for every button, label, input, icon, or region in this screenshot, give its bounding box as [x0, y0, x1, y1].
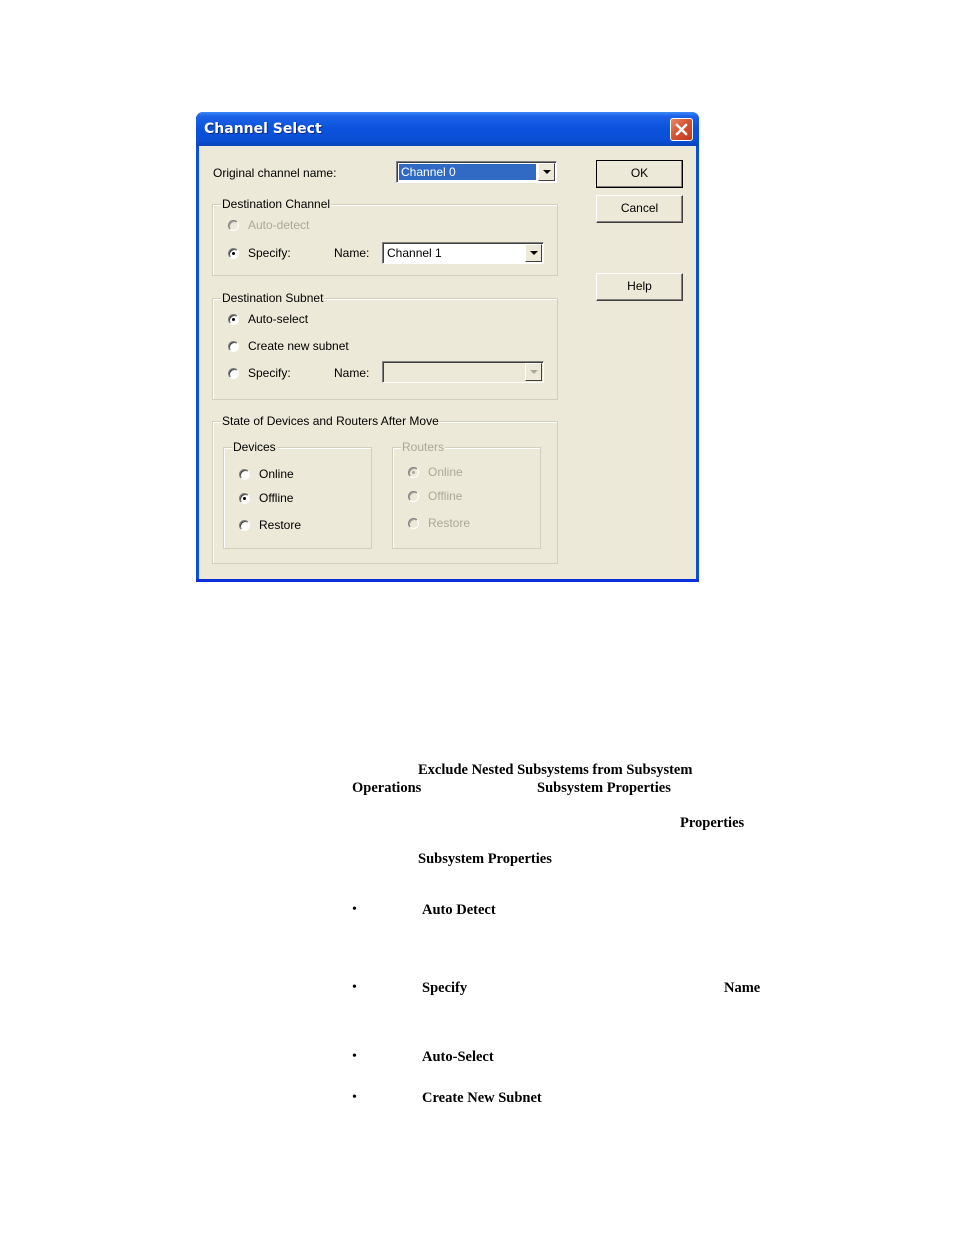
bullet-term-auto-select: Auto-Select [422, 1049, 494, 1065]
state-after-move-group: State of Devices and Routers After Move … [212, 414, 558, 564]
doc-text-subsystem-properties: Subsystem Properties [537, 780, 671, 796]
routers-online-label: Online [428, 465, 463, 479]
original-channel-label: Original channel name: [213, 166, 337, 180]
create-new-subnet-label: Create new subnet [248, 339, 349, 353]
radio-circle-icon [239, 493, 250, 504]
destination-channel-group: Destination Channel Auto-detect Specify:… [212, 197, 558, 276]
radio-circle-icon [408, 518, 419, 529]
devices-title: Devices [232, 440, 277, 454]
state-after-move-title: State of Devices and Routers After Move [221, 414, 440, 428]
subnet-name-combo[interactable] [382, 361, 544, 383]
radio-circle-icon [228, 314, 239, 325]
bullet-icon: • [352, 980, 357, 995]
dialog-title: Channel Select [204, 121, 322, 137]
subnet-name-value [385, 364, 523, 380]
radio-circle-icon [408, 491, 419, 502]
title-bar[interactable]: Channel Select [196, 112, 699, 146]
bullet-term-specify: Specify [422, 980, 468, 996]
doc-text-subsystem-properties-2: Subsystem Properties [418, 851, 552, 867]
radio-circle-icon [228, 368, 239, 379]
radio-circle-icon [239, 469, 250, 480]
close-x-icon [675, 123, 688, 136]
doc-text-properties: Properties [680, 815, 745, 831]
destination-channel-combo[interactable]: Channel 1 [382, 242, 544, 264]
original-channel-dropdown-button[interactable] [538, 163, 555, 181]
dialog-client-area: Original channel name: Channel 0 Destina… [199, 146, 696, 579]
original-channel-value: Channel 0 [399, 164, 536, 180]
help-button[interactable]: Help [596, 273, 683, 301]
dialog-bottom-border [196, 579, 699, 582]
radio-circle-icon [228, 220, 239, 231]
auto-detect-label: Auto-detect [248, 218, 310, 232]
radio-circle-icon [228, 248, 239, 259]
original-channel-combo[interactable]: Channel 0 [396, 161, 557, 183]
radio-circle-icon [228, 341, 239, 352]
devices-restore-label: Restore [259, 518, 302, 532]
bullet-term-auto-detect: Auto Detect [422, 902, 496, 918]
devices-group: Devices Online Offline Restore [223, 440, 372, 549]
subnet-name-label: Name: [334, 366, 370, 380]
devices-offline-label: Offline [259, 491, 294, 505]
bullet-term-create-new-subnet: Create New Subnet [422, 1090, 542, 1106]
bullet-icon: • [352, 902, 357, 917]
specify-label: Specify: [248, 246, 291, 260]
destination-channel-value: Channel 1 [387, 246, 442, 260]
routers-title: Routers [401, 440, 446, 454]
destination-channel-dropdown-button[interactable] [525, 244, 542, 262]
radio-circle-icon [239, 520, 250, 531]
destination-subnet-title: Destination Subnet [221, 291, 325, 305]
ok-button[interactable]: OK [596, 160, 683, 188]
doc-text-exclude-nested: Exclude Nested Subsystems from Subsystem [418, 762, 693, 778]
close-button[interactable] [670, 118, 693, 141]
chevron-down-icon [530, 370, 538, 374]
doc-text-operations: Operations [352, 780, 422, 796]
routers-offline-label: Offline [428, 489, 463, 503]
destination-channel-title: Destination Channel [221, 197, 332, 211]
channel-name-label: Name: [334, 246, 370, 260]
channel-select-dialog: Channel Select Original channel name: Ch… [196, 112, 699, 582]
auto-select-label: Auto-select [248, 312, 309, 326]
subnet-dropdown-button[interactable] [525, 363, 542, 381]
bullet-icon: • [352, 1049, 357, 1064]
destination-subnet-group: Destination Subnet Auto-select Create ne… [212, 291, 558, 400]
chevron-down-icon [530, 251, 538, 255]
routers-restore-label: Restore [428, 516, 471, 530]
chevron-down-icon [543, 170, 551, 174]
bullet-icon: • [352, 1090, 357, 1105]
devices-online-label: Online [259, 467, 294, 481]
radio-circle-icon [408, 467, 419, 478]
bullet-term-name: Name [724, 980, 761, 996]
routers-group: Routers Online Offline Restore [392, 440, 541, 549]
cancel-button[interactable]: Cancel [596, 195, 683, 223]
specify-subnet-label: Specify: [248, 366, 291, 380]
